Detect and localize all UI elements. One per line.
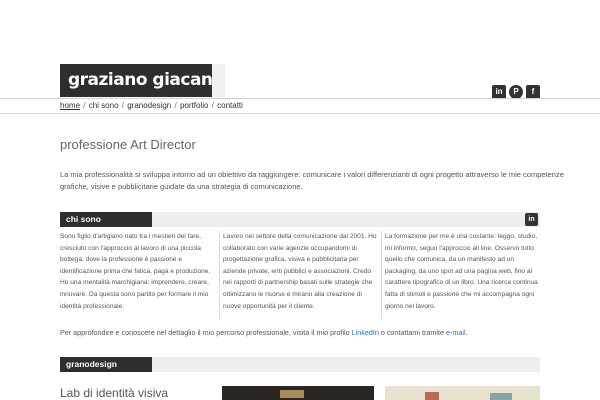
linkedin-icon[interactable]: in — [525, 213, 538, 226]
nav-item-home[interactable]: home — [60, 101, 80, 110]
profile-note-or: o contattami tramite — [380, 328, 444, 337]
profile-note: Per approfondire e conoscere nel dettagl… — [60, 328, 468, 337]
nav-separator: / — [174, 101, 177, 110]
social-links: in P f — [492, 85, 540, 99]
profile-note-end: . — [465, 328, 468, 337]
portfolio-thumbnail[interactable] — [222, 386, 374, 400]
chi-sono-column-2: Lavoro nel settore della comunicazione d… — [223, 233, 377, 310]
section-tab-chi-sono: chi sono — [60, 212, 152, 227]
nav-separator: / — [83, 101, 86, 110]
column-divider — [381, 231, 382, 319]
nav-separator: / — [121, 101, 124, 110]
nav-divider — [0, 113, 600, 114]
thumbnail-stamp — [490, 393, 512, 400]
linkedin-link[interactable]: LinkedIn — [352, 328, 379, 337]
nav-item-chi-sono[interactable]: chi sono — [89, 101, 119, 110]
pinterest-icon[interactable]: P — [509, 85, 523, 99]
intro-paragraph: La mia professionalità si sviluppa intor… — [60, 170, 564, 191]
chi-sono-column-1: Sono figlio d'artigiano nato tra i mesti… — [60, 233, 211, 310]
site-logo[interactable]: graziano giacani — [60, 64, 212, 97]
nav-item-contatti[interactable]: contatti — [217, 101, 243, 110]
linkedin-icon[interactable]: in — [492, 85, 506, 99]
portfolio-thumbnail[interactable] — [385, 386, 540, 400]
lab-title: Lab di identità visiva — [60, 386, 169, 400]
nav-item-portfolio[interactable]: portfolio — [180, 101, 208, 110]
section-tab-granodesign: granodesign — [60, 357, 152, 372]
thumbnail-stamp — [425, 392, 439, 400]
email-link[interactable]: e-mail — [446, 328, 466, 337]
main-nav: home / chi sono / granodesign / portfoli… — [60, 101, 243, 110]
profile-note-text: Per approfondire e conoscere nel dettagl… — [60, 328, 350, 337]
page-title: professione Art Director — [60, 137, 196, 152]
header-divider — [0, 98, 600, 99]
nav-separator: / — [211, 101, 214, 110]
chi-sono-column-3: La formazione per me è una costante: leg… — [385, 233, 538, 310]
column-divider — [219, 231, 220, 319]
facebook-icon[interactable]: f — [526, 85, 540, 99]
thumbnail-highlight — [280, 390, 304, 398]
nav-item-granodesign[interactable]: granodesign — [127, 101, 171, 110]
